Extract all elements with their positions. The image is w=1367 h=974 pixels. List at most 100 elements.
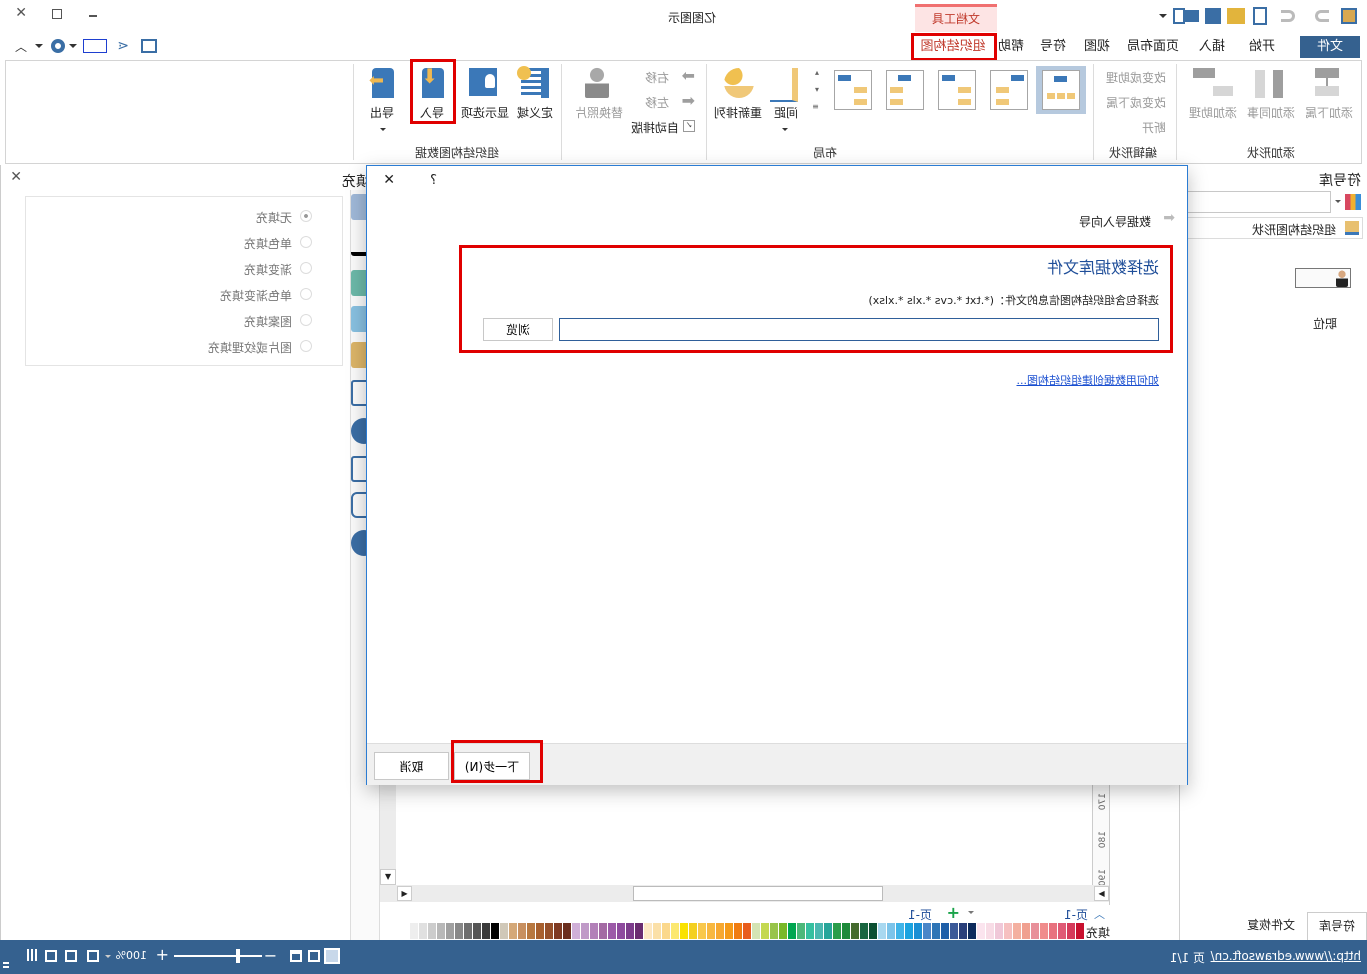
define-fields-button[interactable]: 定义域 [509,66,557,126]
color-swatch[interactable] [1013,923,1021,939]
color-swatch[interactable] [770,923,778,939]
color-swatch[interactable] [716,923,724,939]
change-to-assistant-button[interactable]: 改变成助理 [1106,69,1166,86]
color-swatch[interactable] [815,923,823,939]
radio-solid-fill[interactable] [300,236,312,248]
color-swatch[interactable] [500,923,508,939]
color-swatch[interactable] [509,923,517,939]
customize-dropdown-icon[interactable] [1159,14,1167,22]
auto-layout-checkbox[interactable]: ✓ 自动排版 [625,119,695,135]
save-icon[interactable] [1205,8,1221,24]
scrollbar-thumb[interactable] [633,886,883,901]
color-swatch[interactable] [428,923,436,939]
dialog-close-icon[interactable]: ✕ [383,172,395,188]
fit-page-icon[interactable] [290,950,302,962]
maximize-icon[interactable] [52,9,62,19]
undo-icon[interactable] [1281,10,1295,22]
color-swatch[interactable] [1067,923,1075,939]
color-swatch[interactable] [977,923,985,939]
zoom-slider-handle[interactable] [236,949,240,963]
color-swatch[interactable] [887,923,895,939]
color-swatch[interactable] [1058,923,1066,939]
color-swatch[interactable] [698,923,706,939]
grid-icon[interactable] [25,949,37,961]
color-swatch[interactable] [662,923,670,939]
export-doc-icon[interactable] [1173,8,1185,24]
disconnect-button[interactable]: 断开 [1142,119,1166,136]
move-left-button[interactable]: ⬅ 左移 [635,91,695,111]
tab-page-layout[interactable]: 页面布局 [1121,36,1185,58]
color-swatch[interactable] [1076,923,1084,939]
zoom-out-button[interactable]: − [264,946,277,965]
radio-pattern-fill[interactable] [300,314,312,326]
layout-option-standard[interactable] [1042,70,1080,110]
color-swatch[interactable] [689,923,697,939]
gallery-scroll-up-icon[interactable]: ▴ [815,68,819,77]
close-panel-icon[interactable]: ✕ [10,169,22,185]
gallery-scroll-down-icon[interactable]: ▾ [815,85,819,94]
tab-file[interactable]: 文件 [1300,36,1360,58]
color-swatch[interactable] [869,923,877,939]
tab-insert[interactable]: 插入 [1187,36,1237,58]
color-swatch[interactable] [653,923,661,939]
color-swatch[interactable] [833,923,841,939]
color-swatch[interactable] [878,923,886,939]
color-swatch[interactable] [536,923,544,939]
cancel-button[interactable]: 取消 [374,752,449,780]
collapse-up-icon[interactable]: ︿ [1094,906,1105,922]
add-subordinate-button[interactable]: 添加下属 [1299,66,1355,126]
color-swatch[interactable] [527,923,535,939]
color-swatch[interactable] [599,923,607,939]
category-org-chart-shapes[interactable]: 组织结构图形状 [1179,217,1363,239]
replace-photo-button[interactable]: 替换照片 [569,66,625,126]
scroll-right-arrow-icon[interactable]: ▶ [1094,886,1109,901]
dropdown-icon[interactable] [105,955,111,961]
tab-home[interactable]: 开始 [1237,36,1287,58]
color-swatch[interactable] [950,923,958,939]
move-right-button[interactable]: ➡ 右移 [635,66,695,86]
collapse-ribbon-icon[interactable]: ︿ [15,38,27,55]
color-swatch[interactable] [680,923,688,939]
add-assistant-button[interactable]: 添加助理 [1183,66,1239,126]
color-swatch[interactable] [806,923,814,939]
color-swatch[interactable] [491,923,499,939]
color-swatch[interactable] [455,923,463,939]
close-icon[interactable]: ✕ [15,5,27,21]
normal-view-icon[interactable] [324,948,340,964]
color-swatch[interactable] [1031,923,1039,939]
radio-picture-fill[interactable] [300,340,312,352]
color-swatch[interactable] [581,923,589,939]
color-swatch[interactable] [743,923,751,939]
color-swatch[interactable] [617,923,625,939]
fit-width-icon[interactable] [87,950,99,962]
color-swatch[interactable] [626,923,634,939]
library-books-icon[interactable] [1345,194,1361,210]
color-swatch[interactable] [968,923,976,939]
zoom-in-button[interactable]: + [156,945,169,964]
help-link[interactable]: 如何用数据创建组织结构图... [1017,372,1160,388]
color-swatch[interactable] [1004,923,1012,939]
color-swatch[interactable] [914,923,922,939]
layout-option-both[interactable] [886,70,924,110]
scroll-down-arrow-icon[interactable]: ▼ [380,869,396,885]
settings-gear-icon[interactable] [51,39,65,53]
color-swatch[interactable] [608,923,616,939]
current-page-selector[interactable]: 页-1 [1064,906,1088,923]
fullscreen-icon[interactable] [45,950,57,962]
color-swatch[interactable] [554,923,562,939]
color-swatch[interactable] [410,923,418,939]
resize-grip-icon[interactable] [3,962,9,970]
minimize-icon[interactable] [89,15,97,17]
open-file-icon[interactable] [1227,8,1245,24]
color-swatch[interactable] [788,923,796,939]
page-tab[interactable]: 页-1 [908,906,932,923]
color-swatch[interactable] [932,923,940,939]
color-swatch[interactable] [779,923,787,939]
tab-view[interactable]: 视图 [1075,36,1119,58]
layout-option-left[interactable] [938,70,976,110]
color-swatch[interactable] [563,923,571,939]
color-swatch[interactable] [437,923,445,939]
color-swatch[interactable] [545,923,553,939]
color-swatch[interactable] [1040,923,1048,939]
dropdown-icon[interactable] [69,44,77,52]
